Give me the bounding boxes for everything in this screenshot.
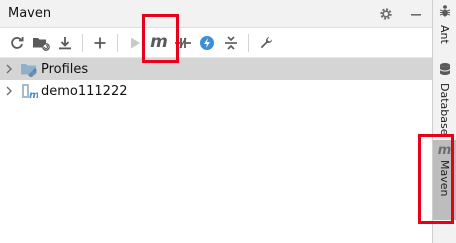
reload-icon[interactable] (6, 32, 28, 54)
profiles-folder-icon (20, 60, 38, 78)
tab-database[interactable]: Database (433, 62, 456, 136)
wrench-icon[interactable] (255, 32, 277, 54)
download-icon[interactable] (54, 32, 76, 54)
database-icon (438, 62, 452, 80)
plus-icon[interactable] (89, 32, 111, 54)
highlight-box-maven-tab (418, 134, 454, 224)
project-tree: Profiles m demo111222 (0, 58, 432, 102)
tree-item-demo-module[interactable]: m demo111222 (0, 80, 432, 102)
ant-icon (438, 4, 452, 22)
tab-database-label: Database (438, 83, 451, 136)
window-title: Maven (8, 6, 52, 21)
tree-item-label: Profiles (41, 61, 89, 77)
highlight-box-execute-goal (142, 14, 179, 63)
toolbar-separator (117, 33, 118, 52)
tab-ant[interactable]: Ant (433, 4, 456, 48)
skip-tests-icon[interactable] (196, 32, 218, 54)
tree-item-label: demo111222 (41, 83, 128, 99)
tab-ant-label: Ant (438, 25, 451, 44)
tree-item-profiles[interactable]: Profiles (0, 58, 432, 80)
chevron-right-icon[interactable] (2, 80, 16, 102)
collapse-icon[interactable] (220, 32, 242, 54)
chevron-right-icon[interactable] (2, 58, 16, 80)
minimize-icon[interactable] (408, 6, 424, 22)
gear-icon[interactable] (378, 6, 394, 22)
toolbar: m (0, 28, 432, 58)
svg-text:m: m (29, 90, 38, 100)
toolbar-separator (82, 33, 83, 52)
maven-module-icon: m (20, 82, 38, 100)
title-bar: Maven (0, 0, 432, 28)
toolbar-separator (248, 33, 249, 52)
folder-generate-icon[interactable] (30, 32, 52, 54)
maven-tool-window: Maven m Profiles demo111222 (0, 0, 433, 243)
title-actions (378, 0, 424, 28)
